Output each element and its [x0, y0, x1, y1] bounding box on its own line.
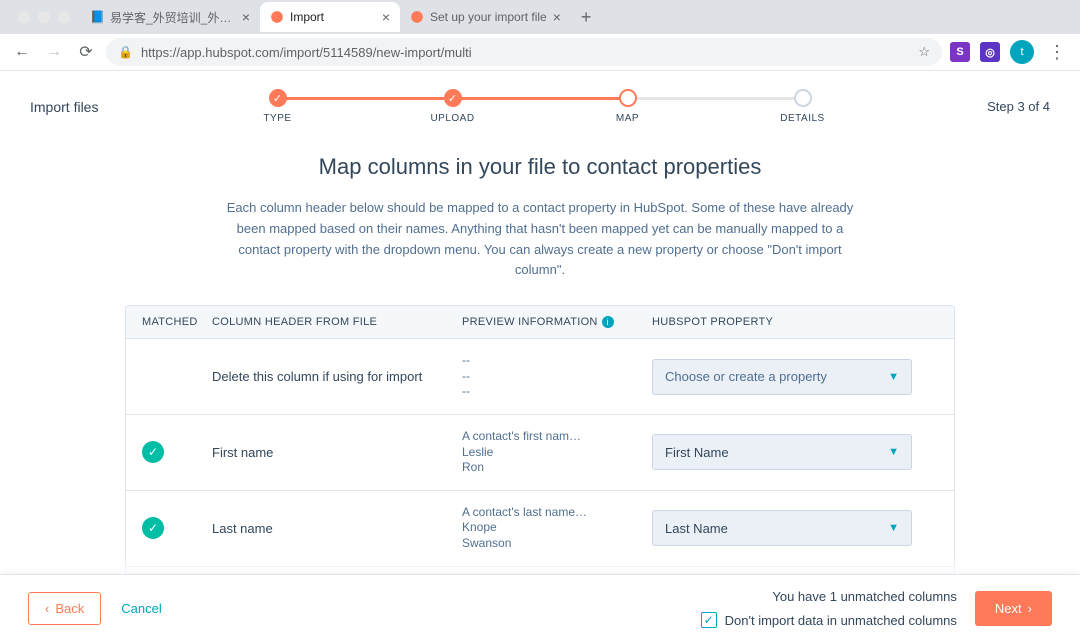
- cell-column-header: First name: [212, 445, 462, 460]
- new-tab-button[interactable]: +: [571, 7, 602, 28]
- hubspot-icon: [410, 10, 424, 24]
- chevron-down-icon: ▼: [888, 446, 899, 458]
- close-tab-icon[interactable]: ×: [242, 9, 250, 25]
- progress-header: Import files ✓ TYPE ✓ UPLOAD MAP DETAILS: [0, 71, 1080, 134]
- tab-title: Import: [290, 10, 376, 24]
- cell-preview: ------: [462, 353, 652, 400]
- header-property: HUBSPOT PROPERTY: [652, 316, 938, 328]
- chevron-down-icon: ▼: [888, 371, 899, 383]
- browser-tab-2[interactable]: Set up your import file ×: [400, 2, 571, 32]
- back-button[interactable]: ←: [10, 43, 34, 61]
- preview-line: --: [462, 353, 632, 369]
- step-map: MAP: [540, 89, 715, 124]
- page-title: Map columns in your file to contact prop…: [0, 154, 1080, 180]
- select-value: First Name: [665, 445, 729, 460]
- table-row: Delete this column if using for import--…: [126, 338, 954, 414]
- checkbox-label: Don't import data in unmatched columns: [725, 613, 957, 628]
- maximize-window-icon[interactable]: [58, 11, 70, 23]
- unmatched-warning: You have 1 unmatched columns: [701, 589, 957, 604]
- check-icon: ✓: [448, 92, 457, 105]
- select-value: Choose or create a property: [665, 369, 827, 384]
- preview-line: --: [462, 369, 632, 385]
- page-context-label: Import files: [30, 99, 170, 115]
- reload-button[interactable]: ⟳: [74, 42, 98, 62]
- checkbox-icon: ✓: [701, 612, 717, 628]
- tab-title: 易学客_外贸培训_外贸业务培训: [110, 9, 236, 26]
- cell-property: Choose or create a property ▼: [652, 359, 938, 395]
- app-content: Import files ✓ TYPE ✓ UPLOAD MAP DETAILS: [0, 71, 1080, 642]
- lock-icon: 🔒: [118, 45, 133, 59]
- preview-line: Ron: [462, 460, 632, 476]
- cell-matched: ✓: [142, 517, 212, 539]
- hubspot-icon: [270, 10, 284, 24]
- property-select[interactable]: First Name ▼: [652, 434, 912, 470]
- forward-button[interactable]: →: [42, 43, 66, 61]
- profile-avatar[interactable]: t: [1010, 40, 1034, 64]
- close-window-icon[interactable]: [18, 11, 30, 23]
- step-upload: ✓ UPLOAD: [365, 89, 540, 124]
- cell-property: First Name ▼: [652, 434, 938, 470]
- header-preview: PREVIEW INFORMATION i: [462, 316, 652, 328]
- step-counter: Step 3 of 4: [910, 99, 1050, 114]
- preview-line: Swanson: [462, 536, 632, 552]
- cell-matched: ✓: [142, 441, 212, 463]
- favicon-icon: 📘: [90, 10, 104, 24]
- dont-import-checkbox[interactable]: ✓ Don't import data in unmatched columns: [701, 612, 957, 628]
- step-details: DETAILS: [715, 89, 890, 124]
- table-row: ✓ Last nameA contact's last name…KnopeSwa…: [126, 490, 954, 566]
- page-description: Each column header below should be mappe…: [220, 198, 860, 281]
- address-bar[interactable]: 🔒 https://app.hubspot.com/import/5114589…: [106, 38, 942, 66]
- cell-preview: A contact's first nam…LeslieRon: [462, 429, 652, 476]
- browser-chrome: 📘 易学客_外贸培训_外贸业务培训 × Import × Set up your…: [0, 0, 1080, 71]
- minimize-window-icon[interactable]: [38, 11, 50, 23]
- preview-line: Knope: [462, 520, 632, 536]
- browser-tab-1[interactable]: Import ×: [260, 2, 400, 32]
- browser-tab-0[interactable]: 📘 易学客_外贸培训_外贸业务培训 ×: [80, 2, 260, 32]
- cell-property: Last Name ▼: [652, 510, 938, 546]
- extension-icons: S ◎ t ⋮: [950, 40, 1070, 64]
- url-text: https://app.hubspot.com/import/5114589/n…: [141, 45, 910, 60]
- property-select[interactable]: Last Name ▼: [652, 510, 912, 546]
- close-tab-icon[interactable]: ×: [382, 9, 390, 25]
- check-icon: ✓: [273, 92, 282, 105]
- extension-icon[interactable]: ◎: [980, 42, 1000, 62]
- star-icon[interactable]: ☆: [918, 44, 930, 60]
- header-matched: MATCHED: [142, 316, 212, 328]
- table-row: ✓ First nameA contact's first nam…LeslieR…: [126, 414, 954, 490]
- cell-preview: A contact's last name…KnopeSwanson: [462, 505, 652, 552]
- check-icon: ✓: [142, 441, 164, 463]
- preview-line: A contact's first nam…: [462, 429, 632, 445]
- page-main: Map columns in your file to contact prop…: [0, 134, 1080, 642]
- preview-line: --: [462, 384, 632, 400]
- info-icon[interactable]: i: [602, 316, 614, 328]
- select-value: Last Name: [665, 521, 728, 536]
- property-select[interactable]: Choose or create a property ▼: [652, 359, 912, 395]
- cell-column-header: Last name: [212, 521, 462, 536]
- close-tab-icon[interactable]: ×: [553, 9, 561, 25]
- chevron-down-icon: ▼: [888, 522, 899, 534]
- footer-bar: ‹ Back Cancel You have 1 unmatched colum…: [0, 574, 1080, 642]
- menu-icon[interactable]: ⋮: [1044, 42, 1070, 63]
- header-column: COLUMN HEADER FROM FILE: [212, 316, 462, 328]
- browser-toolbar: ← → ⟳ 🔒 https://app.hubspot.com/import/5…: [0, 34, 1080, 70]
- tab-title: Set up your import file: [430, 10, 547, 24]
- tab-strip: 📘 易学客_外贸培训_外贸业务培训 × Import × Set up your…: [0, 0, 1080, 34]
- table-header-row: MATCHED COLUMN HEADER FROM FILE PREVIEW …: [126, 306, 954, 338]
- cell-column-header: Delete this column if using for import: [212, 369, 462, 384]
- window-controls[interactable]: [8, 11, 80, 23]
- stepper: ✓ TYPE ✓ UPLOAD MAP DETAILS: [170, 89, 910, 124]
- preview-line: A contact's last name…: [462, 505, 632, 521]
- check-icon: ✓: [142, 517, 164, 539]
- step-type: ✓ TYPE: [190, 89, 365, 124]
- extension-icon[interactable]: S: [950, 42, 970, 62]
- preview-line: Leslie: [462, 445, 632, 461]
